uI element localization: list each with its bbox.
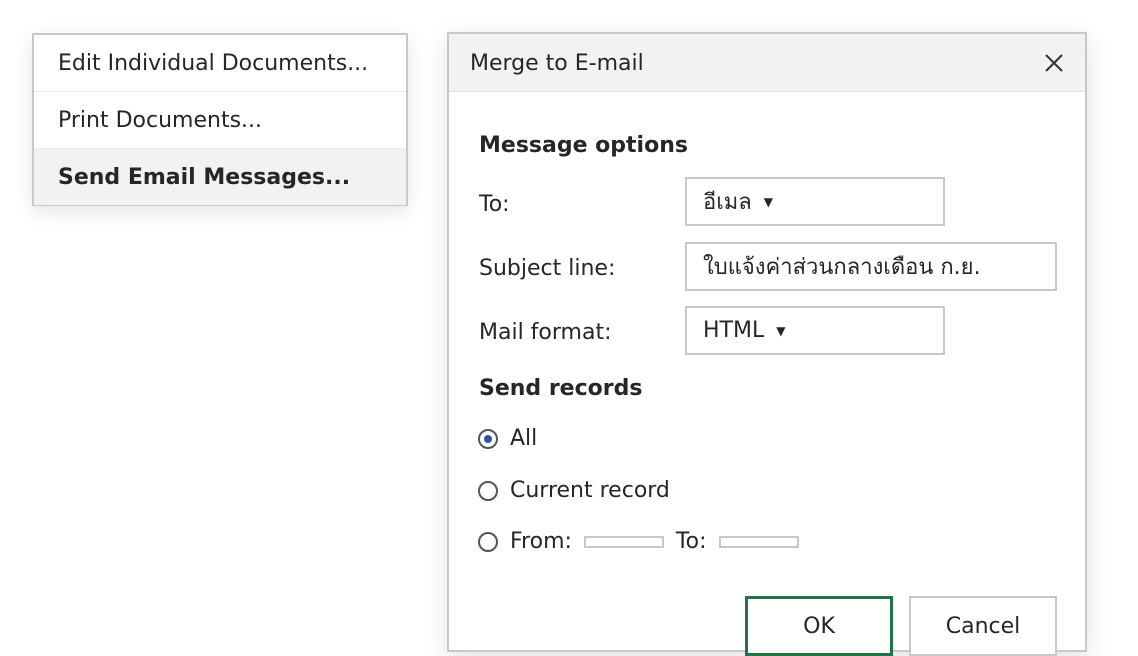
subject-line-input[interactable]: ใบแจ้งค่าส่วนกลางเดือน ก.ย. (685, 242, 1057, 291)
radio-from[interactable]: From: To: (478, 529, 811, 554)
menu-item-send-email-messages[interactable]: Send Email Messages... (34, 149, 406, 205)
subject-line-value: ใบแจ้งค่าส่วนกลางเดือน ก.ย. (703, 255, 981, 280)
dialog-title: Merge to E-mail (470, 51, 644, 76)
menu-item-label: Send Email Messages... (58, 164, 351, 190)
radio-button-checked[interactable] (478, 428, 498, 449)
ok-button[interactable]: OK (745, 596, 893, 656)
merge-to-email-dialog: Merge to E-mail Message options To: อีเม… (447, 32, 1087, 656)
radio-button[interactable] (478, 531, 498, 552)
close-icon[interactable] (1039, 48, 1069, 78)
mail-format-label: Mail format: (479, 320, 612, 345)
radio-all[interactable]: All (478, 426, 537, 451)
to-record-label: To: (675, 529, 707, 554)
chevron-down-icon: ▼ (776, 323, 786, 338)
menu-item-edit-individual-documents[interactable]: Edit Individual Documents... (34, 35, 406, 92)
chevron-down-icon: ▼ (763, 194, 773, 209)
radio-button[interactable] (478, 480, 498, 501)
to-record-input[interactable] (718, 535, 799, 548)
menu-item-label: Edit Individual Documents... (58, 50, 369, 76)
dialog-titlebar: Merge to E-mail (449, 34, 1085, 92)
mail-merge-finish-menu: Edit Individual Documents... Print Docum… (32, 33, 408, 206)
radio-from-label: From: (510, 529, 572, 554)
subject-line-label: Subject line: (479, 256, 616, 281)
to-dropdown[interactable]: อีเมล ▼ (685, 177, 945, 226)
message-options-heading: Message options (479, 133, 688, 158)
radio-current-record[interactable]: Current record (478, 478, 670, 503)
radio-current-record-label: Current record (510, 478, 670, 503)
menu-item-label: Print Documents... (58, 107, 263, 133)
from-record-input[interactable] (583, 535, 664, 548)
send-records-heading: Send records (479, 376, 643, 401)
mail-format-dropdown[interactable]: HTML ▼ (685, 306, 945, 355)
radio-all-label: All (510, 426, 538, 451)
cancel-button[interactable]: Cancel (909, 596, 1057, 656)
mail-format-value: HTML (703, 318, 765, 343)
menu-item-print-documents[interactable]: Print Documents... (34, 92, 406, 149)
to-dropdown-value: อีเมล (703, 190, 752, 215)
to-label: To: (479, 192, 510, 217)
